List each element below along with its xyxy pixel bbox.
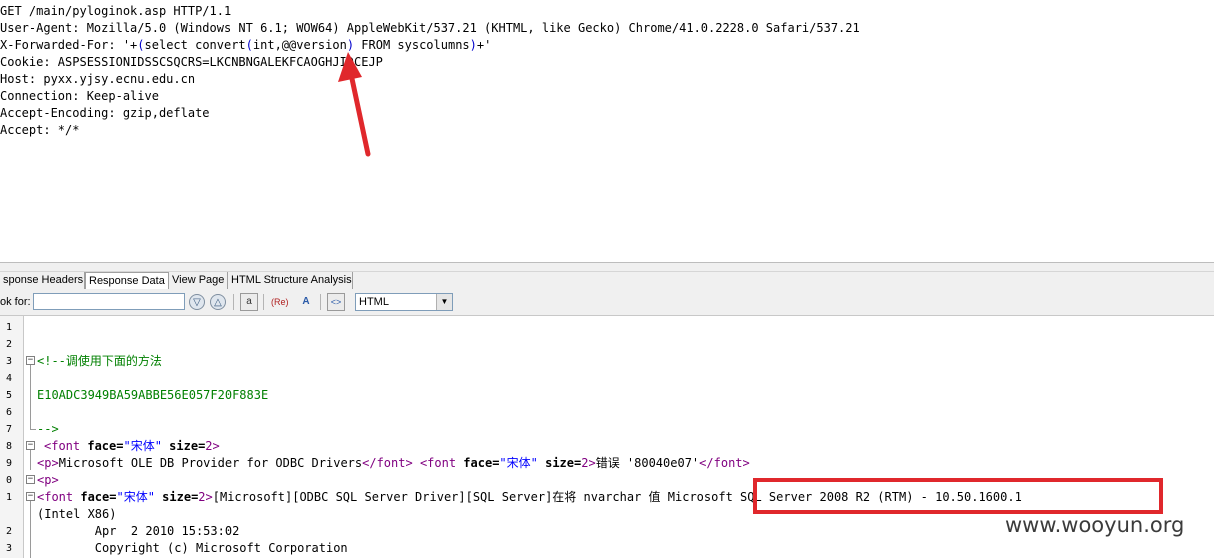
request-header-accept: Accept: */* [0, 123, 80, 137]
text: Microsoft OLE DB Provider for ODBC Drive… [58, 456, 363, 470]
request-header-accept-encoding: Accept-Encoding: gzip,deflate [0, 106, 210, 120]
request-header-x-forwarded-for: X-Forwarded-For: '+(select convert(int,@… [0, 37, 491, 54]
line-number: 2 [5, 339, 12, 350]
xff-part: select convert [144, 38, 246, 52]
replace-icon[interactable]: A [297, 293, 315, 311]
tag: <font [44, 439, 81, 453]
tag: <font [419, 456, 457, 470]
line-number: 6 [5, 407, 12, 418]
line-number: 4 [5, 373, 12, 384]
attr-value: 2> [581, 456, 596, 470]
tag: <p> [37, 456, 59, 470]
format-select[interactable]: HTML ▼ [355, 293, 453, 311]
fold-toggle-icon[interactable]: − [26, 356, 35, 365]
request-header-user-agent: User-Agent: Mozilla/5.0 (Windows NT 6.1;… [0, 21, 860, 35]
request-header-connection: Connection: Keep-alive [0, 89, 159, 103]
tab-response-data[interactable]: Response Data [85, 272, 169, 289]
fold-guide-line [30, 501, 31, 558]
search-toolbar: ok for: ▽ △ a (Re) A <> HTML ▼ [0, 290, 1214, 316]
attr: size= [162, 490, 199, 504]
html-comment-open: <!--调使用下面的方法 [37, 354, 162, 368]
html-comment-hash: E10ADC3949BA59ABBE56E057F20F883E [37, 388, 269, 402]
fold-guide-end [30, 429, 36, 430]
line-number: 3 [5, 356, 12, 367]
find-previous-icon[interactable]: △ [210, 294, 226, 310]
xff-part: +' [476, 38, 492, 52]
fold-toggle-icon[interactable]: − [26, 441, 35, 450]
line-number: 2 [5, 526, 12, 537]
attr-value: "宋体" [499, 456, 538, 470]
attr: face= [80, 490, 117, 504]
regex-icon[interactable]: (Re) [270, 293, 289, 311]
look-for-label: ok for: [0, 296, 31, 308]
line-number: 9 [5, 458, 12, 469]
fold-toggle-icon[interactable]: − [26, 492, 35, 501]
line-number: 0 [5, 475, 12, 486]
response-tabs: sponse Headers Response Data View Page H… [0, 272, 1214, 290]
code-line-font-tag: <font face="宋体" size=2> [44, 438, 220, 455]
line-number: 1 [5, 492, 12, 503]
code-line-p: <p> [37, 473, 59, 487]
paren: ( [137, 38, 145, 52]
attr: face= [87, 439, 124, 453]
tag: <font [37, 490, 74, 504]
match-case-icon[interactable]: a [240, 293, 258, 311]
splitter[interactable] [0, 262, 1214, 272]
fold-guide-line [30, 365, 31, 430]
toolbar-separator [263, 294, 264, 310]
line-number: 8 [5, 441, 12, 452]
highlight-box [753, 478, 1163, 514]
attr-value: 2> [198, 490, 213, 504]
tab-html-structure-analysis[interactable]: HTML Structure Analysis [228, 272, 353, 289]
tag: </font> [699, 456, 750, 470]
request-panel[interactable]: GET /main/pyloginok.asp HTTP/1.1 User-Ag… [0, 0, 1214, 262]
fold-guide-line [30, 450, 31, 470]
tab-view-page[interactable]: View Page [169, 272, 228, 289]
attr: face= [463, 456, 500, 470]
fold-toggle-icon[interactable]: − [26, 475, 35, 484]
watermark: www.wooyun.org [1005, 513, 1185, 537]
html-comment-close: --> [37, 422, 59, 436]
request-header-cookie: Cookie: ASPSESSIONIDSSCSQCRS=LKCNBNGALEK… [0, 55, 383, 69]
attr: size= [169, 439, 206, 453]
search-input[interactable] [33, 293, 185, 310]
red-arrow-annotation [338, 52, 371, 157]
code-line-copyright: Copyright (c) Microsoft Corporation [37, 541, 348, 555]
attr-value: "宋体" [116, 490, 155, 504]
code-line-date: Apr 2 2010 15:53:02 [37, 524, 240, 538]
paren: ( [245, 38, 253, 52]
text: [Microsoft][ODBC SQL Server Driver][SQL … [212, 490, 668, 504]
line-number: 3 [5, 543, 12, 554]
xff-part: X-Forwarded-For: '+ [0, 38, 138, 52]
text: 错误 '80040e07' [595, 456, 700, 470]
line-number-gutter: 1 2 3 4 5 6 7 8 9 0 1 2 3 [0, 316, 24, 558]
tag: </font> [362, 456, 413, 470]
line-number: 7 [5, 424, 12, 435]
find-next-icon[interactable]: ▽ [189, 294, 205, 310]
request-header-host: Host: pyxx.yjsy.ecnu.edu.cn [0, 72, 196, 86]
chevron-down-icon[interactable]: ▼ [436, 294, 452, 310]
line-number: 5 [5, 390, 12, 401]
code-line-error: <p>Microsoft OLE DB Provider for ODBC Dr… [37, 455, 750, 472]
paren: ) [469, 38, 477, 52]
code-line-arch: (Intel X86) [37, 507, 117, 521]
tab-response-headers[interactable]: sponse Headers [0, 272, 85, 289]
toolbar-separator [233, 294, 234, 310]
line-number: 1 [5, 322, 12, 333]
request-line: GET /main/pyloginok.asp HTTP/1.1 [0, 4, 232, 18]
attr-value: 2> [205, 439, 220, 453]
code-view-icon[interactable]: <> [327, 293, 345, 311]
toolbar-separator [320, 294, 321, 310]
attr: size= [545, 456, 582, 470]
attr-value: "宋体" [123, 439, 162, 453]
format-select-value: HTML [359, 296, 389, 308]
